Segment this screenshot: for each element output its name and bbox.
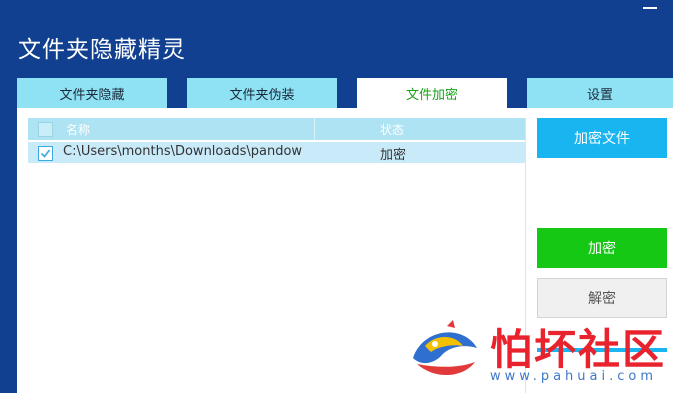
- column-header-status[interactable]: 状态: [380, 121, 404, 138]
- add-encrypt-file-button[interactable]: 加密文件: [537, 118, 667, 158]
- tab-file-encrypt[interactable]: 文件加密: [357, 78, 507, 108]
- column-header-name[interactable]: 名称: [66, 121, 90, 138]
- tab-folder-hide[interactable]: 文件夹隐藏: [17, 78, 167, 108]
- watermark-url: www.pahuai.com: [490, 369, 658, 384]
- row-checkbox[interactable]: [38, 146, 53, 161]
- tab-folder-disguise[interactable]: 文件夹伪装: [187, 78, 337, 108]
- select-all-checkbox[interactable]: [38, 122, 53, 137]
- app-window: 文件夹隐藏精灵 文件夹隐藏 文件夹伪装 文件加密 设置 名称 状态 C:\Use…: [0, 0, 673, 393]
- app-title: 文件夹隐藏精灵: [18, 37, 186, 63]
- watermark-title: 怕坏社区: [490, 325, 667, 374]
- checkmark-icon: [40, 149, 51, 158]
- encrypt-button[interactable]: 加密: [537, 228, 667, 268]
- file-status: 加密: [380, 148, 407, 163]
- minimize-icon[interactable]: [643, 7, 657, 9]
- decrypt-button[interactable]: 解密: [537, 278, 667, 318]
- file-path: C:\Users\months\Downloads\pandow: [63, 144, 303, 159]
- list-header: 名称 状态: [28, 118, 525, 140]
- column-divider[interactable]: [314, 118, 315, 140]
- table-row[interactable]: C:\Users\months\Downloads\pandow 加密: [28, 142, 525, 163]
- tab-settings[interactable]: 设置: [527, 78, 673, 108]
- fish-logo-icon: [413, 320, 477, 376]
